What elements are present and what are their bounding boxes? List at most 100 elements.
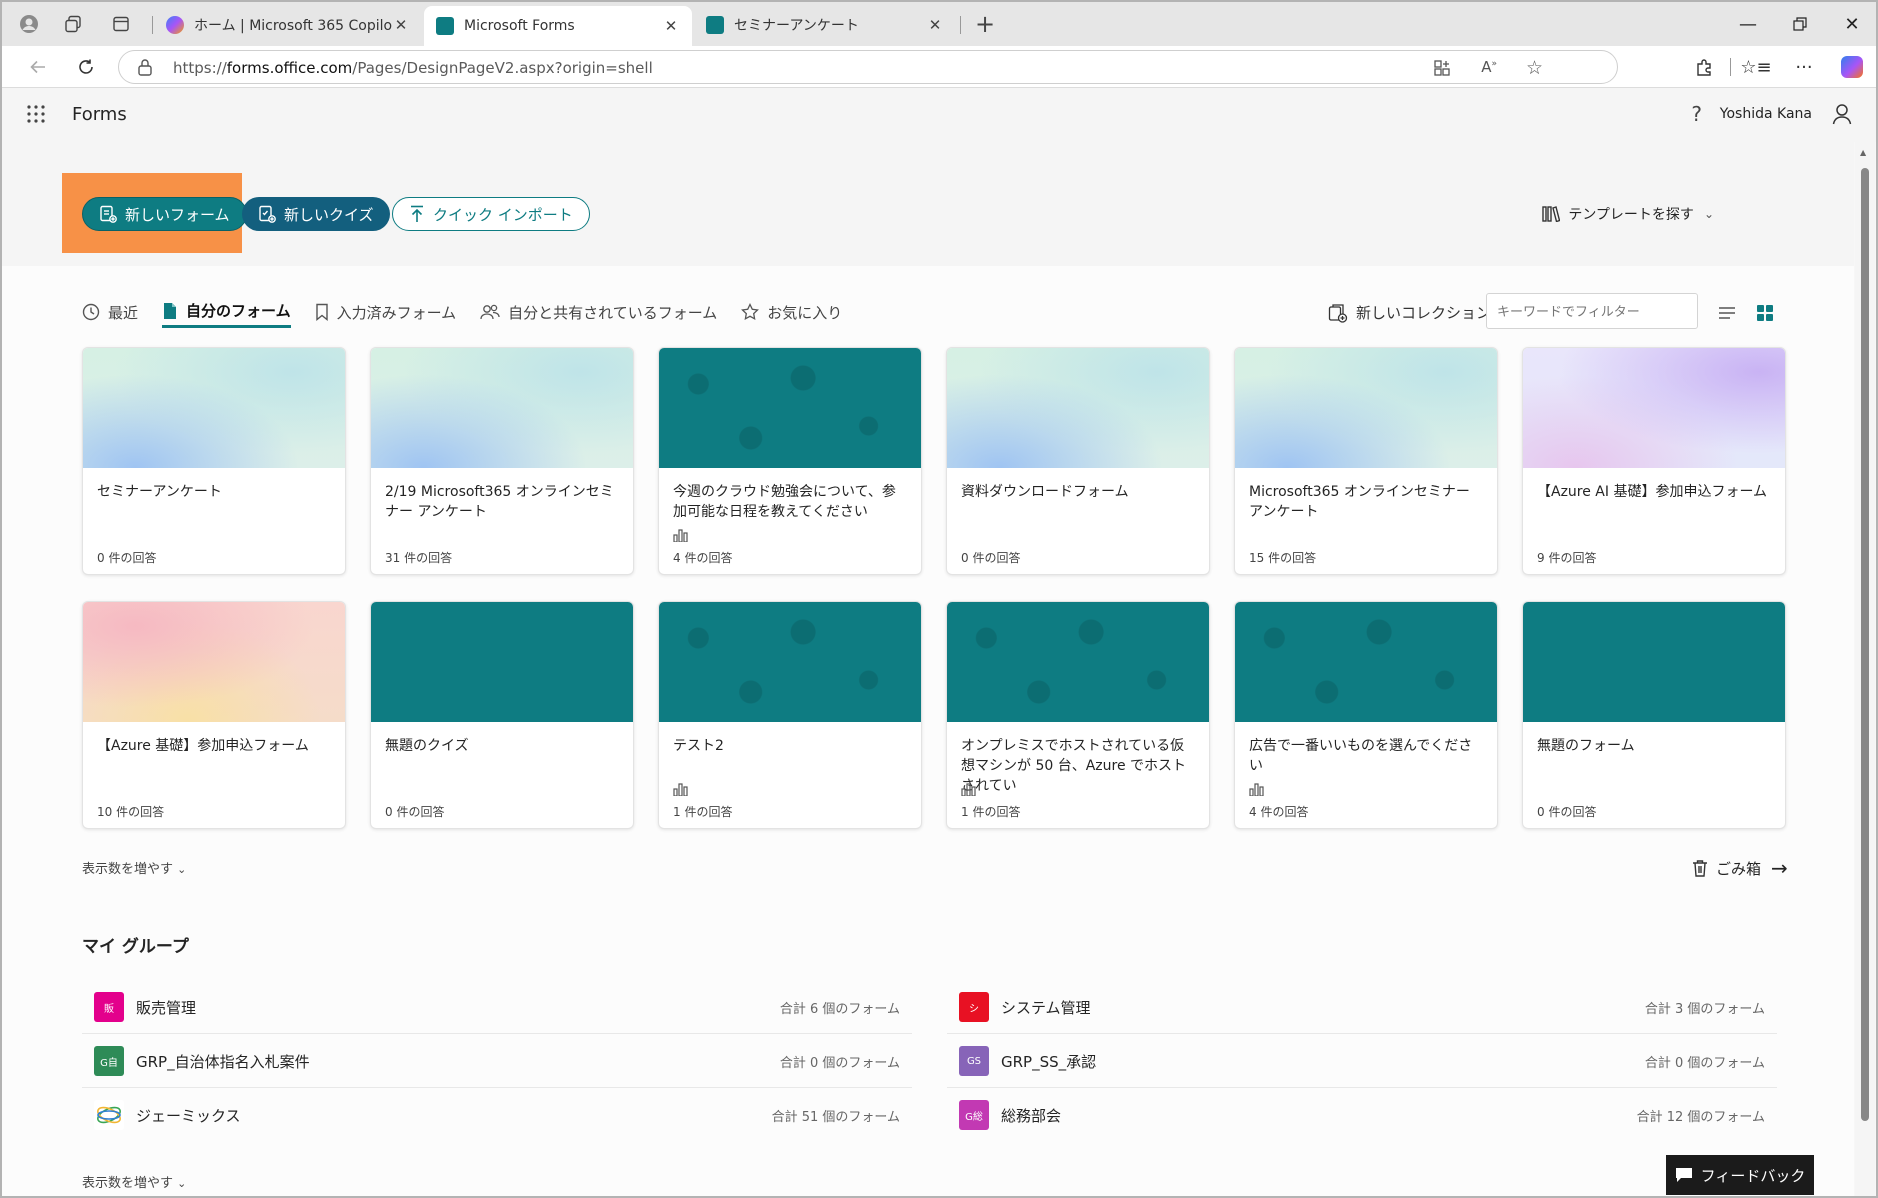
back-icon[interactable] [22,52,54,82]
address-bar[interactable]: https://forms.office.com/Pages/DesignPag… [118,50,1618,84]
group-row[interactable]: 販 販売管理 合計 6 個のフォーム [82,980,912,1034]
tab-seminar-survey[interactable]: セミナーアンケート ✕ [694,8,956,42]
form-card[interactable]: オンプレミスでホストされている仮想マシンが 50 台、Azure でホストされて… [946,601,1210,829]
form-card[interactable]: 【Azure 基礎】参加申込フォーム 10 件の回答 [82,601,346,829]
trash-link[interactable]: ごみ箱 → [1692,856,1788,880]
show-more-forms-button[interactable]: 表示数を増やす ⌄ [82,858,186,877]
form-card[interactable]: テスト2 1 件の回答 [658,601,922,829]
copilot-favicon-icon [166,16,184,34]
template-explorer-button[interactable]: テンプレートを探す ⌄ [1542,204,1714,224]
quick-import-label: クイック インポート [433,205,573,224]
group-form-count: 合計 0 個のフォーム [779,1056,900,1071]
group-row[interactable]: ジェーミックス 合計 51 個のフォーム [82,1088,912,1142]
tab-favorites[interactable]: お気に入り [741,296,842,328]
form-card[interactable]: 無題のフォーム 0 件の回答 [1522,601,1786,829]
app-name[interactable]: Forms [72,104,127,125]
arrow-right-icon: → [1771,856,1788,880]
refresh-icon[interactable] [70,52,102,82]
quick-import-button[interactable]: クイック インポート [392,197,590,231]
window-close-icon[interactable]: ✕ [1832,10,1872,38]
form-card[interactable]: 広告で一番いいものを選んでください 4 件の回答 [1234,601,1498,829]
card-thumbnail [1523,602,1785,722]
tab-microsoft-forms[interactable]: Microsoft Forms ✕ [424,6,692,46]
form-card[interactable]: 2/19 Microsoft365 オンラインセミナー アンケート 31 件の回… [370,347,634,575]
group-row[interactable]: シ システム管理 合計 3 個のフォーム [947,980,1777,1034]
read-aloud-icon[interactable]: A» [1481,58,1497,76]
new-collection-button[interactable]: 新しいコレクション [1328,302,1491,323]
profile-icon[interactable] [14,10,44,38]
group-row[interactable]: GS GRP_SS_承認 合計 0 個のフォーム [947,1034,1777,1088]
favorite-star-icon[interactable]: ☆ [1526,57,1543,79]
restore-icon[interactable] [1780,10,1820,38]
favorites-icon[interactable]: ☆≡ [1740,52,1772,82]
card-response-count: 0 件の回答 [97,551,157,565]
card-thumbnail [83,602,345,722]
browser-window: ホーム | Microsoft 365 Copilot ✕ Microsoft … [0,0,1878,1198]
new-quiz-button[interactable]: 新しいクイズ [242,197,390,231]
tab-copilot[interactable]: ホーム | Microsoft 365 Copilot ✕ [154,8,422,42]
url-host: forms.office.com [226,59,353,77]
scrollbar-thumb[interactable] [1861,168,1869,1121]
card-title: 【Azure AI 基礎】参加申込フォーム [1537,484,1768,500]
form-card[interactable]: 資料ダウンロードフォーム 0 件の回答 [946,347,1210,575]
tab-filled-forms[interactable]: 入力済みフォーム [315,296,457,328]
responses-chart-icon [961,783,976,796]
new-form-button[interactable]: 新しいフォーム [82,197,247,231]
browser-toolbar: https://forms.office.com/Pages/DesignPag… [2,46,1876,88]
page-scrollbar[interactable]: ▲ [1855,142,1875,1196]
template-library-icon [1542,206,1561,222]
keyword-filter-input[interactable] [1486,293,1698,329]
tab-recent[interactable]: 最近 [82,296,138,328]
card-thumbnail [659,348,921,468]
card-thumbnail [1235,602,1497,722]
tab-my-forms[interactable]: 自分のフォーム [162,296,291,328]
form-card[interactable]: 【Azure AI 基礎】参加申込フォーム 9 件の回答 [1522,347,1786,575]
app-available-icon[interactable] [1433,59,1451,81]
tab-shared-forms[interactable]: 自分と共有されているフォーム [480,296,717,328]
close-tab-icon[interactable]: ✕ [926,16,944,34]
tab-my-forms-label: 自分のフォーム [186,302,291,320]
user-name[interactable]: Yoshida Kana [1720,106,1812,122]
form-card[interactable]: 無題のクイズ 0 件の回答 [370,601,634,829]
new-quiz-icon [258,205,276,223]
group-form-count: 合計 12 個のフォーム [1636,1110,1765,1125]
new-form-icon [99,205,117,223]
group-name: システム管理 [1001,999,1091,1017]
forms-favicon-icon [706,16,724,34]
minimize-icon[interactable]: — [1728,10,1768,38]
new-tab-icon[interactable]: + [970,10,1000,38]
app-launcher-icon[interactable] [26,104,46,128]
close-tab-icon[interactable]: ✕ [662,17,680,35]
form-card[interactable]: セミナーアンケート 0 件の回答 [82,347,346,575]
grid-view-icon[interactable] [1754,302,1776,324]
responses-chart-icon [673,783,688,796]
scroll-up-icon[interactable]: ▲ [1860,148,1866,157]
show-more-groups-button[interactable]: 表示数を増やす ⌄ [82,1172,186,1191]
site-info-icon[interactable] [137,58,153,80]
chat-bubble-icon [1675,1167,1693,1183]
tab-separator [152,16,153,34]
close-tab-icon[interactable]: ✕ [392,16,410,34]
people-icon [480,303,500,321]
card-thumbnail [947,348,1209,468]
account-icon[interactable] [1832,103,1852,129]
list-view-icon[interactable] [1716,302,1738,324]
tab-actions-icon[interactable] [106,10,136,38]
bookmark-icon [315,303,329,321]
workspaces-icon[interactable] [58,10,88,38]
more-menu-icon[interactable]: ··· [1788,52,1820,82]
feedback-button[interactable]: フィードバック [1666,1155,1814,1195]
copilot-icon[interactable] [1836,52,1868,82]
card-response-count: 0 件の回答 [961,551,1021,565]
group-row[interactable]: G自 GRP_自治体指名入札案件 合計 0 個のフォーム [82,1034,912,1088]
form-card[interactable]: 今週のクラウド勉強会について、参加可能な日程を教えてください 4 件の回答 [658,347,922,575]
form-card[interactable]: Microsoft365 オンラインセミナー アンケート 15 件の回答 [1234,347,1498,575]
extensions-icon[interactable] [1688,52,1720,82]
card-response-count: 15 件の回答 [1249,551,1317,565]
forms-section: 最近 自分のフォーム 入力済みフォーム 自分と共有されているフォーム お気に入り [2,266,1854,1196]
url-text[interactable]: https://forms.office.com/Pages/DesignPag… [173,59,653,77]
my-groups-heading: マイ グループ [82,937,189,957]
help-icon[interactable]: ? [1691,102,1702,126]
group-row[interactable]: G総 総務部会 合計 12 個のフォーム [947,1088,1777,1142]
tab-filled-forms-label: 入力済みフォーム [336,303,457,322]
